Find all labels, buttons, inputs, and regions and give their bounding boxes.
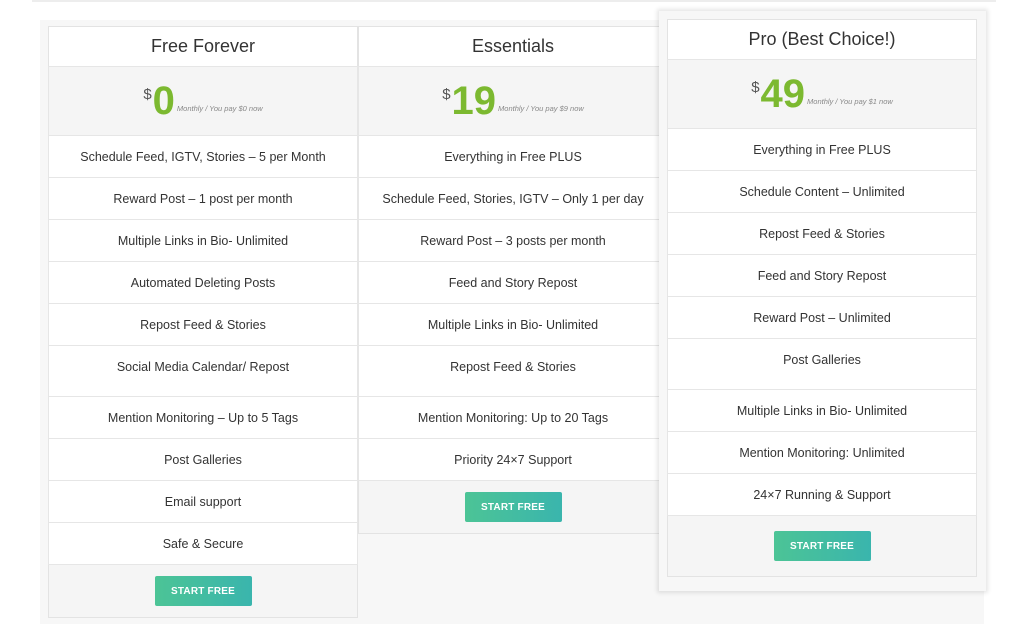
plan-free-forever: Free Forever $ 0 Monthly / You pay $0 no… <box>48 26 358 618</box>
plan-essentials: Essentials $ 19 Monthly / You pay $9 now… <box>358 26 668 534</box>
top-divider <box>32 0 996 2</box>
start-free-button[interactable]: START FREE <box>154 576 252 606</box>
feature-item: Reward Post – 1 post per month <box>48 177 358 219</box>
feature-item: Mention Monitoring – Up to 5 Tags <box>48 396 358 438</box>
button-area: START FREE <box>358 481 668 534</box>
feature-item: Priority 24×7 Support <box>358 438 668 481</box>
feature-item: Repost Feed & Stories <box>48 303 358 345</box>
price-period: Monthly / You pay $1 now <box>807 96 893 106</box>
feature-item: Post Galleries <box>667 338 977 380</box>
currency-symbol: $ <box>143 86 152 103</box>
feature-item: Reward Post – 3 posts per month <box>358 219 668 261</box>
feature-item: Repost Feed & Stories <box>358 345 668 387</box>
section-gap <box>667 380 977 389</box>
feature-item: Multiple Links in Bio- Unlimited <box>48 219 358 261</box>
feature-item: Mention Monitoring: Up to 20 Tags <box>358 396 668 438</box>
button-area: START FREE <box>667 516 977 577</box>
price-period: Monthly / You pay $0 now <box>176 103 263 113</box>
feature-item: Feed and Story Repost <box>667 254 977 296</box>
plan-pro: Pro (Best Choice!) $ 49 Monthly / You pa… <box>667 19 977 577</box>
feature-item: Everything in Free PLUS <box>358 135 668 177</box>
feature-item: Mention Monitoring: Unlimited <box>667 431 977 473</box>
feature-item: Schedule Feed, IGTV, Stories – 5 per Mon… <box>48 135 358 177</box>
feature-item: Post Galleries <box>48 438 358 480</box>
price-block: $ 49 Monthly / You pay $1 now <box>667 59 977 128</box>
feature-item: Multiple Links in Bio- Unlimited <box>358 303 668 345</box>
feature-item: Schedule Content – Unlimited <box>667 170 977 212</box>
section-gap <box>48 387 358 396</box>
feature-item: 24×7 Running & Support <box>667 473 977 516</box>
price-amount: 0 <box>152 79 175 123</box>
price-block: $ 19 Monthly / You pay $9 now <box>358 66 668 135</box>
feature-item: Schedule Feed, Stories, IGTV – Only 1 pe… <box>358 177 668 219</box>
plan-title: Free Forever <box>48 26 358 66</box>
start-free-button[interactable]: START FREE <box>464 492 562 522</box>
feature-item: Safe & Secure <box>48 522 358 565</box>
price-block: $ 0 Monthly / You pay $0 now <box>48 66 358 135</box>
price-period: Monthly / You pay $9 now <box>498 103 584 113</box>
feature-item: Reward Post – Unlimited <box>667 296 977 338</box>
feature-item: Everything in Free PLUS <box>667 128 977 170</box>
feature-item: Email support <box>48 480 358 522</box>
currency-symbol: $ <box>442 86 451 103</box>
start-free-button[interactable]: START FREE <box>773 531 871 561</box>
feature-item: Automated Deleting Posts <box>48 261 358 303</box>
plan-title: Essentials <box>358 26 668 66</box>
button-area: START FREE <box>48 565 358 618</box>
feature-item: Feed and Story Repost <box>358 261 668 303</box>
feature-item: Social Media Calendar/ Repost <box>48 345 358 387</box>
price-amount: 19 <box>451 79 497 123</box>
currency-symbol: $ <box>751 79 760 96</box>
price-amount: 49 <box>760 72 806 116</box>
feature-item: Repost Feed & Stories <box>667 212 977 254</box>
section-gap <box>358 387 668 396</box>
plan-title: Pro (Best Choice!) <box>667 19 977 59</box>
feature-item: Multiple Links in Bio- Unlimited <box>667 389 977 431</box>
